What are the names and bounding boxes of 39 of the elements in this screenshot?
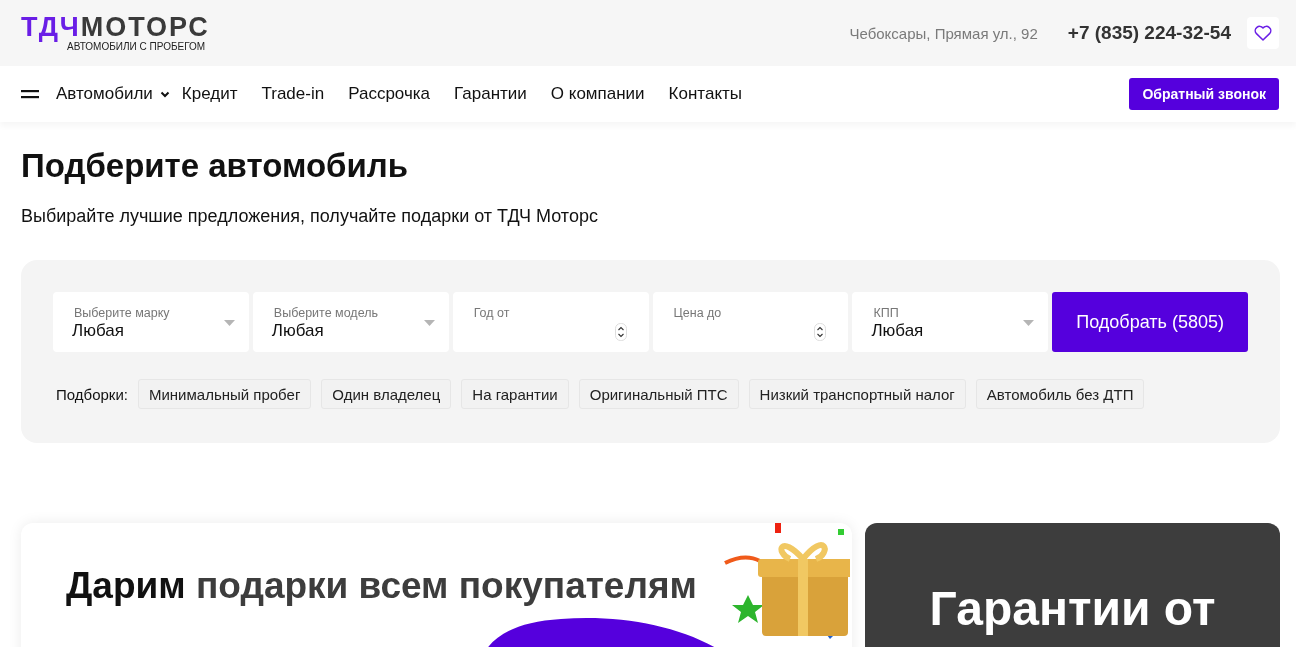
collection-chip[interactable]: Низкий транспортный налог [748,379,966,409]
caret-icon [423,320,435,326]
collection-chip[interactable]: На гарантии [461,379,569,409]
promo-heading: Дарим подарки всем покупателям [66,565,698,607]
phone-link[interactable]: +7 (835) 224-32-54 [1067,22,1231,44]
nav-link[interactable]: О компании [550,84,645,104]
nav-link[interactable]: Гарантии [454,84,527,104]
collection-chip[interactable]: Автомобиль без ДТП [975,379,1145,409]
menu-icon[interactable] [21,88,39,100]
logo[interactable]: ТДЧМОТОРС АВТОМОБИЛИ С ПРОБЕГОМ [21,14,210,52]
nav-link[interactable]: Trade-in [261,84,325,104]
promo-card[interactable]: Гарантии от [865,523,1280,647]
nav-link[interactable]: Автомобили [56,84,170,104]
nav-link[interactable]: Рассрочка [348,84,431,104]
caret-icon [223,320,235,326]
page-subtitle: Выбирайте лучшие предложения, получайте подарки от ТДЧ Моторс [21,205,599,228]
page-title: Подберите автомобиль [21,146,409,186]
select-field[interactable]: Выберите модель Любая [252,292,449,352]
chevron-down-icon [159,90,170,98]
spinner-icon [614,323,627,341]
collection-chip[interactable]: Оригинальный ПТС [578,379,739,409]
number-field[interactable]: Год от [452,292,649,352]
favorites-button[interactable] [1247,17,1279,49]
collection-chip[interactable]: Минимальный пробег [137,379,312,409]
address-text: Чебоксары, Прямая ул., 92 [849,24,1038,42]
select-field[interactable]: Выберите марку Любая [53,292,249,352]
submit-button[interactable]: Подобрать (5805) [1052,292,1249,352]
number-field[interactable]: Цена до [652,292,849,352]
collections-label: Подборки: [56,385,128,403]
collection-chip[interactable]: Один владелец [321,379,452,409]
promo-heading: Гарантии от [928,581,1217,636]
select-field[interactable]: КПП Любая [852,292,1049,352]
heart-icon [1254,25,1272,41]
promo-card[interactable]: Дарим подарки всем покупателям [21,523,852,647]
spinner-icon [814,323,827,341]
nav-link[interactable]: Контакты [668,84,743,104]
nav-link[interactable]: Кредит [181,84,238,104]
caret-icon [1023,320,1035,326]
callback-button[interactable]: Обратный звонок [1129,78,1279,110]
